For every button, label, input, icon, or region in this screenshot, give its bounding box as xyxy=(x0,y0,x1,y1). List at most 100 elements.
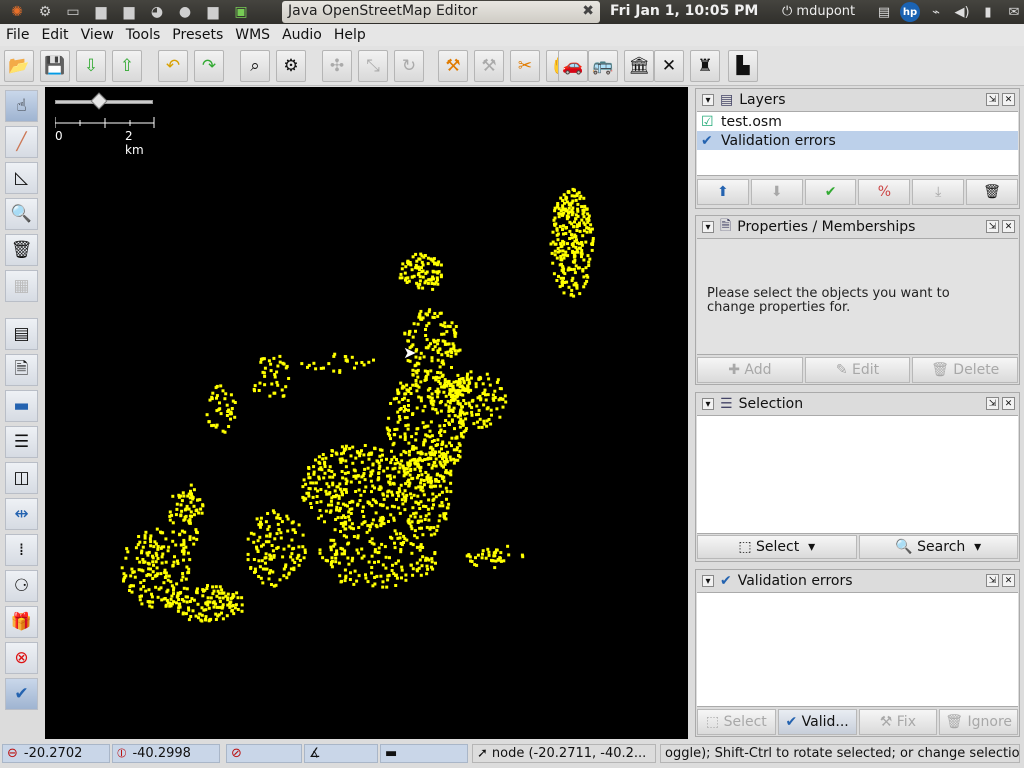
osm-node-point[interactable] xyxy=(559,258,563,261)
osm-node-point[interactable] xyxy=(579,251,583,255)
osm-node-point[interactable] xyxy=(184,612,188,616)
osm-node-point[interactable] xyxy=(189,510,193,514)
osm-node-point[interactable] xyxy=(278,360,282,364)
osm-node-point[interactable] xyxy=(441,504,445,508)
osm-node-point[interactable] xyxy=(425,270,429,274)
osm-node-point[interactable] xyxy=(402,396,406,400)
osm-node-point[interactable] xyxy=(182,552,186,556)
osm-node-point[interactable] xyxy=(411,335,415,339)
osm-node-point[interactable] xyxy=(438,484,442,488)
osm-node-point[interactable] xyxy=(444,394,448,398)
osm-node-point[interactable] xyxy=(419,478,423,482)
osm-node-point[interactable] xyxy=(373,499,377,503)
osm-node-point[interactable] xyxy=(430,434,434,438)
osm-node-point[interactable] xyxy=(258,381,262,385)
osm-node-point[interactable] xyxy=(188,538,192,541)
osm-node-point[interactable] xyxy=(229,417,232,421)
osm-node-point[interactable] xyxy=(407,484,411,488)
osm-node-point[interactable] xyxy=(328,491,332,495)
osm-node-point[interactable] xyxy=(346,504,349,508)
osm-node-point[interactable] xyxy=(190,597,194,601)
validation-select-button[interactable]: ⬚ Select xyxy=(697,709,776,735)
osm-node-point[interactable] xyxy=(180,598,184,601)
show-hide-icon[interactable]: % xyxy=(858,179,911,205)
osm-node-point[interactable] xyxy=(433,551,437,554)
osm-node-point[interactable] xyxy=(450,398,453,402)
settings-icon[interactable]: ⚙ xyxy=(34,3,56,21)
osm-node-point[interactable] xyxy=(336,501,340,505)
osm-node-point[interactable] xyxy=(439,409,443,413)
preferences-icon[interactable]: ⚙ xyxy=(276,50,306,82)
osm-node-point[interactable] xyxy=(439,428,443,432)
osm-node-point[interactable] xyxy=(411,368,415,372)
osm-node-point[interactable] xyxy=(434,561,437,565)
osm-node-point[interactable] xyxy=(474,556,477,560)
osm-node-point[interactable] xyxy=(221,605,225,609)
osm-node-point[interactable] xyxy=(338,506,342,510)
select-button[interactable]: ⬚ Select ▾ xyxy=(697,535,857,559)
osm-node-point[interactable] xyxy=(379,486,383,490)
close-icon[interactable]: ✕ xyxy=(1002,93,1015,106)
osm-node-point[interactable] xyxy=(456,399,460,403)
osm-node-point[interactable] xyxy=(436,387,440,391)
parallel-mode-icon[interactable]: ▦ xyxy=(5,270,38,302)
osm-node-point[interactable] xyxy=(425,525,429,529)
menu-view[interactable]: View xyxy=(75,27,120,43)
osm-node-point[interactable] xyxy=(270,544,274,547)
osm-node-point[interactable] xyxy=(417,502,421,506)
osm-node-point[interactable] xyxy=(166,549,170,553)
osm-node-point[interactable] xyxy=(148,604,152,608)
collapse-icon[interactable]: ▾ xyxy=(702,398,714,410)
osm-node-point[interactable] xyxy=(421,421,425,425)
osm-node-point[interactable] xyxy=(466,372,469,376)
osm-node-point[interactable] xyxy=(447,502,451,506)
osm-node-point[interactable] xyxy=(428,527,432,531)
osm-node-point[interactable] xyxy=(436,472,439,476)
osm-node-point[interactable] xyxy=(434,464,438,468)
osm-node-point[interactable] xyxy=(499,387,503,391)
osm-node-point[interactable] xyxy=(211,592,215,596)
osm-node-point[interactable] xyxy=(252,558,256,561)
osm-node-point[interactable] xyxy=(440,501,444,504)
osm-node-point[interactable] xyxy=(499,559,503,563)
osm-node-point[interactable] xyxy=(381,493,385,497)
osm-node-point[interactable] xyxy=(401,492,405,496)
osm-node-point[interactable] xyxy=(336,516,340,520)
osm-node-point[interactable] xyxy=(381,563,385,567)
osm-node-point[interactable] xyxy=(419,515,423,519)
osm-node-point[interactable] xyxy=(321,453,325,456)
osm-node-point[interactable] xyxy=(185,587,189,591)
osm-node-point[interactable] xyxy=(392,433,396,437)
osm-node-point[interactable] xyxy=(469,388,473,392)
osm-node-point[interactable] xyxy=(452,328,456,332)
osm-node-point[interactable] xyxy=(261,357,265,361)
osm-node-point[interactable] xyxy=(402,405,406,408)
osm-node-point[interactable] xyxy=(570,233,573,237)
osm-node-point[interactable] xyxy=(280,520,284,524)
osm-node-point[interactable] xyxy=(282,567,286,571)
osm-node-point[interactable] xyxy=(435,376,439,380)
osm-node-point[interactable] xyxy=(416,375,420,379)
osm-node-point[interactable] xyxy=(373,548,377,552)
osm-node-point[interactable] xyxy=(197,511,201,515)
osm-node-point[interactable] xyxy=(494,550,497,554)
osm-node-point[interactable] xyxy=(338,370,342,374)
osm-node-point[interactable] xyxy=(202,608,206,612)
osm-node-point[interactable] xyxy=(410,435,414,439)
osm-node-point[interactable] xyxy=(399,483,403,487)
osm-node-point[interactable] xyxy=(366,466,370,470)
osm-node-point[interactable] xyxy=(404,573,408,577)
osm-node-point[interactable] xyxy=(399,381,403,385)
osm-node-point[interactable] xyxy=(332,495,336,498)
osm-node-point[interactable] xyxy=(416,451,420,455)
osm-node-point[interactable] xyxy=(337,494,341,498)
menu-edit[interactable]: Edit xyxy=(35,27,74,43)
osm-node-point[interactable] xyxy=(391,481,395,485)
osm-node-point[interactable] xyxy=(393,541,396,545)
osm-node-point[interactable] xyxy=(450,418,454,422)
osm-node-point[interactable] xyxy=(587,264,591,267)
osm-node-point[interactable] xyxy=(422,355,426,359)
detach-icon[interactable]: ⇲ xyxy=(986,220,999,233)
osm-node-point[interactable] xyxy=(181,612,185,616)
osm-node-point[interactable] xyxy=(155,574,159,578)
